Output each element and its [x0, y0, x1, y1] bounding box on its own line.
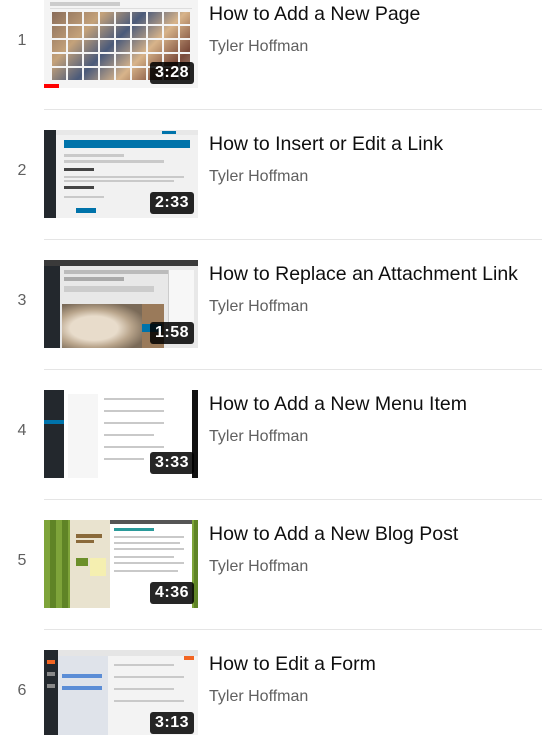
item-index: 5 — [17, 552, 27, 569]
video-thumbnail[interactable]: 3:28 — [44, 0, 198, 88]
video-duration: 1:58 — [149, 322, 194, 344]
item-index: 2 — [17, 162, 27, 179]
playlist-item[interactable]: 1 3:28 How to Add a New Page Tyler Hoffm… — [0, 0, 542, 96]
lion-statue-image — [62, 304, 142, 348]
video-thumbnail[interactable]: 1:58 — [44, 260, 198, 348]
item-index: 3 — [17, 292, 27, 309]
channel-name[interactable]: Tyler Hoffman — [209, 167, 308, 187]
video-duration: 3:28 — [149, 62, 194, 84]
playlist-item[interactable]: 4 3:33 How to Add a New Menu Item Tyler … — [0, 390, 542, 486]
video-duration: 3:13 — [149, 712, 194, 734]
playlist: 1 3:28 How to Add a New Page Tyler Hoffm… — [0, 0, 542, 735]
channel-name[interactable]: Tyler Hoffman — [209, 687, 308, 707]
video-thumbnail[interactable]: 2:33 — [44, 130, 198, 218]
video-thumbnail[interactable]: 3:33 — [44, 390, 198, 478]
divider — [44, 629, 542, 630]
video-title[interactable]: How to Add a New Blog Post — [209, 522, 542, 546]
divider — [44, 369, 542, 370]
channel-name[interactable]: Tyler Hoffman — [209, 37, 308, 57]
playlist-item[interactable]: 3 1:58 How to Replace an Attachment Link… — [0, 260, 542, 356]
divider — [44, 109, 542, 110]
video-duration: 2:33 — [149, 192, 194, 214]
video-title[interactable]: How to Add a New Menu Item — [209, 392, 542, 416]
playlist-item[interactable]: 6 3:13 How to Edit a Form Tyler Hoffman — [0, 650, 542, 735]
item-index: 4 — [17, 422, 27, 439]
video-thumbnail[interactable]: 3:13 — [44, 650, 198, 735]
divider — [44, 239, 542, 240]
video-title[interactable]: How to Edit a Form — [209, 652, 542, 676]
video-title[interactable]: How to Add a New Page — [209, 2, 542, 26]
watch-progress-bar — [44, 84, 60, 88]
channel-name[interactable]: Tyler Hoffman — [209, 427, 308, 447]
playlist-item[interactable]: 5 4:36 How to Add a New Blog Post Tyler … — [0, 520, 542, 616]
video-duration: 3:33 — [149, 452, 194, 474]
channel-name[interactable]: Tyler Hoffman — [209, 297, 308, 317]
video-title[interactable]: How to Replace an Attachment Link — [209, 262, 542, 286]
video-thumbnail[interactable]: 4:36 — [44, 520, 198, 608]
channel-name[interactable]: Tyler Hoffman — [209, 557, 308, 577]
video-title[interactable]: How to Insert or Edit a Link — [209, 132, 542, 156]
item-index: 1 — [17, 32, 27, 49]
item-index: 6 — [17, 682, 27, 699]
playlist-item[interactable]: 2 2:33 How to Insert or Edit a Link Tyle… — [0, 130, 542, 226]
divider — [44, 499, 542, 500]
video-duration: 4:36 — [149, 582, 194, 604]
